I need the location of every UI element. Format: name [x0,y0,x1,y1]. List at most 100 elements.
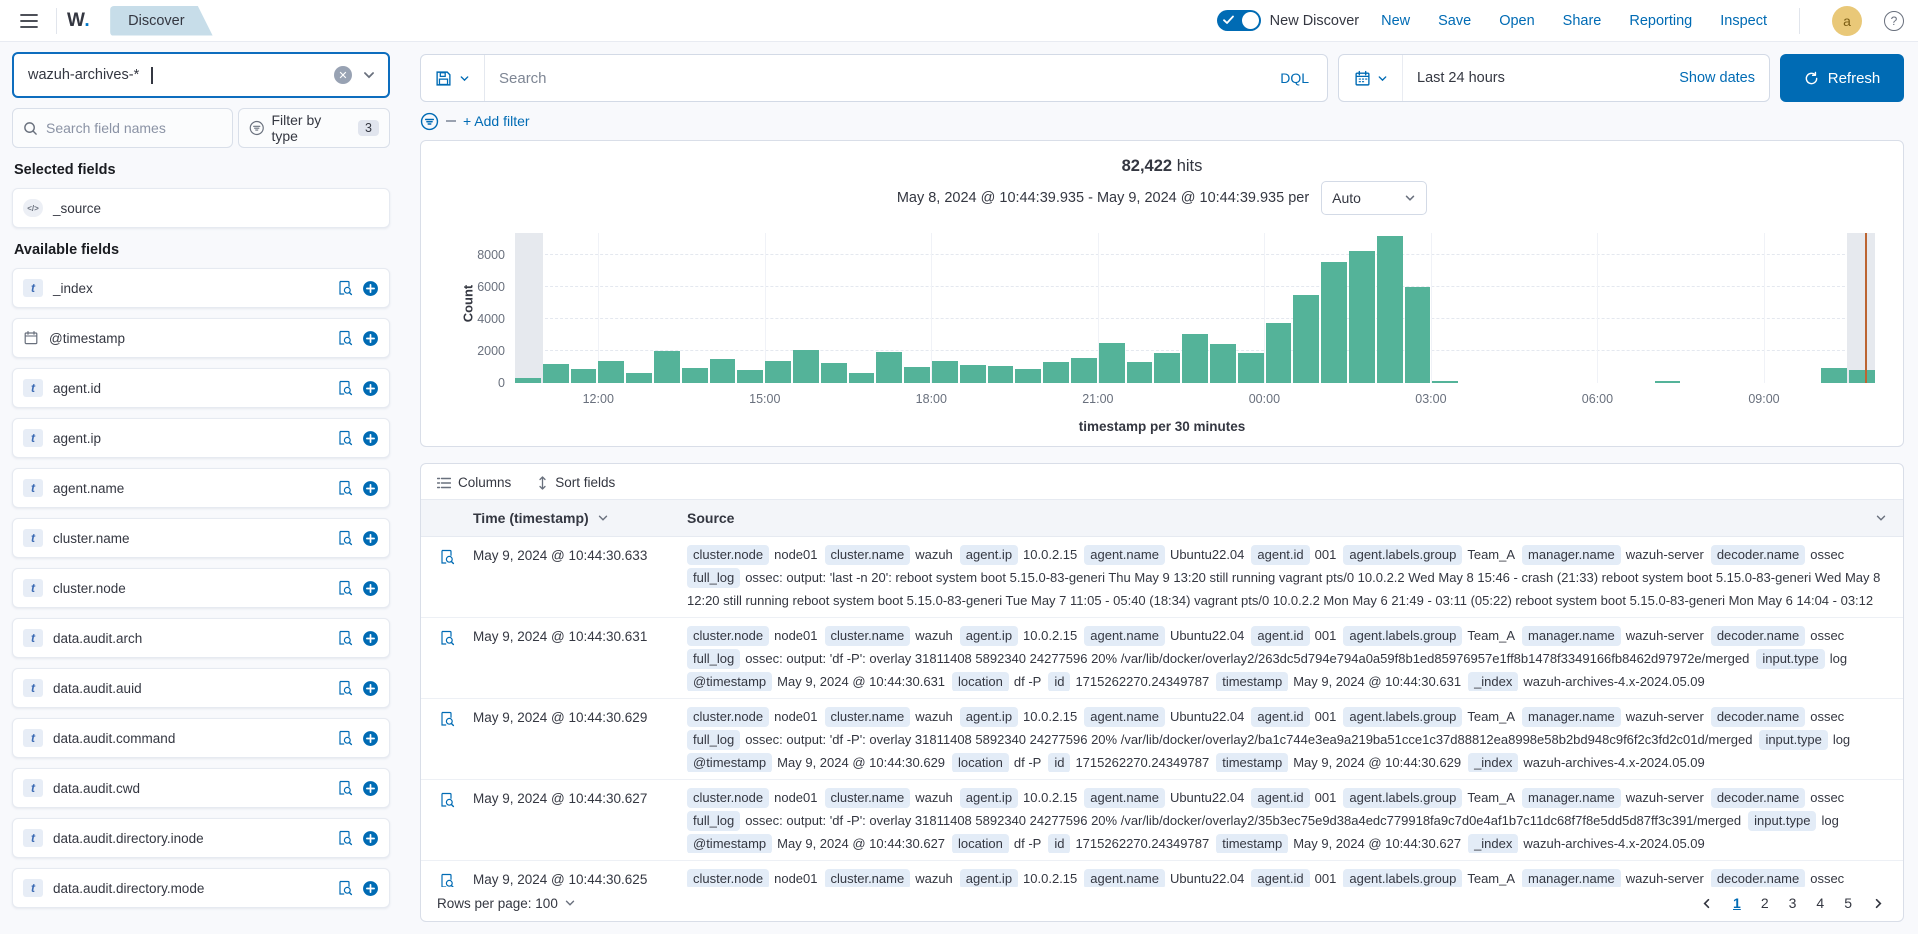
histogram-bar[interactable] [1071,358,1097,383]
histogram-bar[interactable] [598,361,624,383]
clear-icon[interactable]: ✕ [334,66,352,84]
add-field-button[interactable] [362,480,379,497]
time-range-value[interactable]: Last 24 hours [1403,70,1665,86]
page-button-2[interactable]: 2 [1761,895,1769,911]
add-field-button[interactable] [362,830,379,847]
histogram-bar[interactable] [1405,287,1431,383]
field-item-data.audit.command[interactable]: tdata.audit.command [12,718,390,758]
histogram-bar[interactable] [821,363,847,383]
histogram-bar[interactable] [571,369,597,383]
add-field-button[interactable] [362,580,379,597]
visualize-field-button[interactable] [337,430,353,446]
add-filter-button[interactable]: + Add filter [463,113,530,129]
expand-document-button[interactable] [439,630,455,691]
add-field-button[interactable] [362,780,379,797]
histogram-bar[interactable] [1154,353,1180,383]
visualize-field-button[interactable] [337,830,353,846]
visualize-field-button[interactable] [337,630,353,646]
header-link-save[interactable]: Save [1438,13,1471,29]
new-discover-toggle[interactable] [1217,10,1261,31]
visualize-field-button[interactable] [337,530,353,546]
histogram-bar[interactable] [682,368,708,383]
expand-document-button[interactable] [439,873,455,887]
chevron-down-icon[interactable] [362,68,376,82]
field-item-agent.ip[interactable]: tagent.ip [12,418,390,458]
expand-document-button[interactable] [439,711,455,772]
histogram-chart[interactable]: 0200040006000800012:0015:0018:0021:0000:… [515,233,1875,383]
histogram-bar[interactable] [1043,362,1069,383]
query-language-button[interactable]: DQL [1262,70,1327,86]
search-input[interactable]: Search [485,70,1262,87]
histogram-bar[interactable] [543,364,569,383]
visualize-field-button[interactable] [337,680,353,696]
histogram-bar[interactable] [1849,370,1875,383]
field-item-data.audit.auid[interactable]: tdata.audit.auid [12,668,390,708]
field-item-data.audit.directory.mode[interactable]: tdata.audit.directory.mode [12,868,390,908]
histogram-bar[interactable] [1321,262,1347,383]
histogram-bar[interactable] [765,361,791,383]
histogram-bar[interactable] [1210,344,1236,383]
page-button-4[interactable]: 4 [1816,895,1824,911]
histogram-bar[interactable] [1266,323,1292,383]
next-page-button[interactable] [1872,897,1885,910]
visualize-field-button[interactable] [337,580,353,596]
histogram-bar[interactable] [1377,236,1403,383]
rows-per-page-button[interactable]: Rows per page: 100 [437,896,576,911]
field-item-_source[interactable]: </>_source [12,188,390,228]
histogram-bar[interactable] [1293,295,1319,383]
histogram-bar[interactable] [1127,362,1153,383]
visualize-field-button[interactable] [337,380,353,396]
visualize-field-button[interactable] [337,480,353,496]
page-button-1[interactable]: 1 [1733,895,1741,911]
add-field-button[interactable] [362,380,379,397]
histogram-bar[interactable] [849,373,875,383]
sort-fields-button[interactable]: Sort fields [537,475,615,490]
index-pattern-select[interactable]: wazuh-archives-* ✕ [12,52,390,98]
histogram-bar[interactable] [515,378,541,383]
field-item-data.audit.arch[interactable]: tdata.audit.arch [12,618,390,658]
field-item-@timestamp[interactable]: @timestamp [12,318,390,358]
histogram-bar[interactable] [960,365,986,383]
header-link-inspect[interactable]: Inspect [1720,13,1767,29]
show-dates-button[interactable]: Show dates [1665,70,1769,86]
header-link-new[interactable]: New [1381,13,1410,29]
filter-by-type-button[interactable]: Filter by type 3 [238,108,390,148]
add-field-button[interactable] [362,680,379,697]
field-item-data.audit.cwd[interactable]: tdata.audit.cwd [12,768,390,808]
interval-select[interactable]: Auto [1321,181,1427,215]
histogram-bar[interactable] [1349,251,1375,383]
page-button-3[interactable]: 3 [1789,895,1797,911]
saved-queries-button[interactable] [421,55,485,101]
wazuh-logo[interactable]: W. [67,10,90,32]
avatar[interactable]: a [1832,6,1862,36]
visualize-field-button[interactable] [337,730,353,746]
previous-page-button[interactable] [1700,897,1713,910]
visualize-field-button[interactable] [337,280,353,296]
histogram-bar[interactable] [932,361,958,383]
help-icon[interactable]: ? [1884,11,1904,31]
field-item-cluster.name[interactable]: tcluster.name [12,518,390,558]
header-link-reporting[interactable]: Reporting [1629,13,1692,29]
filter-set-icon[interactable] [420,112,439,131]
field-item-agent.id[interactable]: tagent.id [12,368,390,408]
field-item-cluster.node[interactable]: tcluster.node [12,568,390,608]
visualize-field-button[interactable] [337,330,353,346]
expand-document-button[interactable] [439,792,455,853]
add-field-button[interactable] [362,530,379,547]
histogram-bar[interactable] [793,350,819,383]
page-button-5[interactable]: 5 [1844,895,1852,911]
visualize-field-button[interactable] [337,880,353,896]
menu-icon[interactable] [12,4,46,38]
histogram-bar[interactable] [876,352,902,383]
histogram-bar[interactable] [1182,334,1208,383]
columns-button[interactable]: Columns [437,475,511,490]
histogram-bar[interactable] [904,367,930,383]
source-column-header[interactable]: Source [687,500,1903,536]
add-field-button[interactable] [362,280,379,297]
visualize-field-button[interactable] [337,780,353,796]
histogram-bar[interactable] [1099,343,1125,383]
histogram-bar[interactable] [710,359,736,383]
add-field-button[interactable] [362,430,379,447]
add-field-button[interactable] [362,330,379,347]
refresh-button[interactable]: Refresh [1780,54,1904,102]
